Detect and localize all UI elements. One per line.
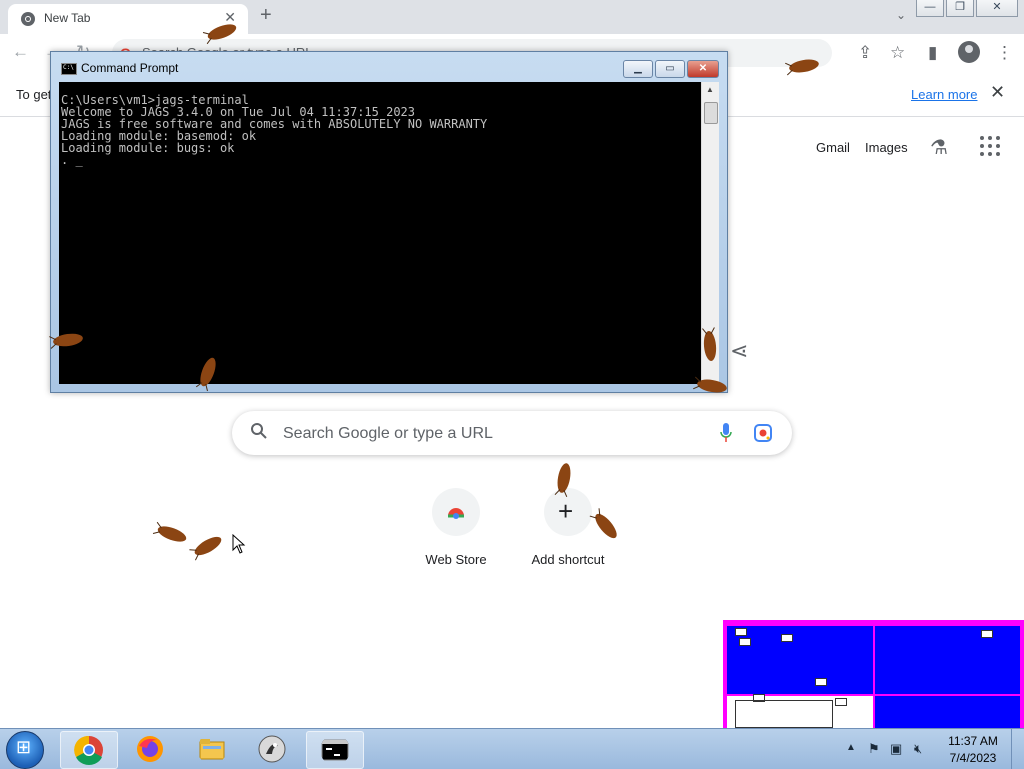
restore-button[interactable]: ❐ [946, 0, 974, 17]
grid-marker[interactable] [981, 630, 993, 638]
grid-cell [727, 626, 873, 694]
grid-marker[interactable] [739, 638, 751, 646]
minimize-button[interactable]: — [916, 0, 944, 17]
taskbar-chrome[interactable] [60, 731, 118, 769]
taskbar-gimp[interactable] [244, 731, 300, 767]
search-placeholder: Search Google or type a URL [283, 425, 493, 442]
gimp-icon [258, 735, 286, 763]
show-desktop-button[interactable] [1011, 729, 1024, 769]
command-prompt-icon [321, 739, 349, 761]
grid-cell [875, 696, 1020, 730]
blue-grid-app-window[interactable] [723, 620, 1024, 730]
tab-title: New Tab [44, 11, 91, 25]
gmail-link[interactable]: Gmail [816, 140, 850, 155]
chrome-favicon-icon [21, 12, 35, 26]
profile-avatar[interactable] [958, 41, 980, 63]
clock-time[interactable]: 11:37 AM [938, 734, 1008, 748]
cmd-maximize-button[interactable]: ▭ [655, 60, 685, 78]
file-explorer-icon [199, 739, 225, 760]
bookmark-star-icon[interactable]: ☆ [890, 43, 905, 63]
learn-more-link[interactable]: Learn more [911, 87, 977, 102]
cmd-title: Command Prompt [81, 61, 179, 75]
chrome-icon [74, 735, 103, 765]
window-controls: — ❐ ✕ [916, 0, 1018, 17]
share-page-icon[interactable]: ⇪ [858, 43, 872, 63]
new-tab-button[interactable]: + [260, 4, 272, 27]
taskbar-firefox[interactable] [122, 731, 178, 767]
grid-marker[interactable] [781, 634, 793, 642]
grid-marker[interactable] [835, 698, 847, 706]
cockroach-icon [702, 327, 717, 361]
action-center-flag-icon[interactable]: ⚑ [868, 741, 880, 757]
cmd-titlebar[interactable]: Command Prompt ▁ ▭ ✕ [51, 52, 727, 82]
cockroach-icon [693, 376, 727, 393]
scroll-up-arrow-icon[interactable]: ▲ [706, 85, 714, 94]
side-panel-icon[interactable]: ▮ [928, 43, 937, 63]
google-lens-icon[interactable] [753, 423, 773, 443]
chrome-web-store-icon [448, 508, 464, 519]
mouse-cursor-icon [232, 534, 246, 554]
grid-marker[interactable] [815, 678, 827, 686]
volume-muted-icon[interactable]: 🔇︎ [914, 741, 922, 757]
grid-marker[interactable] [735, 628, 747, 636]
command-prompt-window[interactable]: Command Prompt ▁ ▭ ✕ C:\Users\vm1>jags-t… [50, 51, 728, 393]
infobar-close-icon[interactable]: ✕ [990, 82, 1005, 103]
grid-selection-box[interactable] [735, 700, 833, 728]
images-link[interactable]: Images [865, 140, 908, 155]
menu-kebab-icon[interactable]: ⋮ [996, 43, 1013, 63]
voice-search-mic-icon[interactable] [719, 422, 733, 444]
cmd-minimize-button[interactable]: ▁ [623, 60, 653, 78]
network-icon[interactable]: ▣ [890, 741, 902, 757]
clock-date[interactable]: 7/4/2023 [938, 751, 1008, 765]
close-button[interactable]: ✕ [976, 0, 1018, 17]
scroll-thumb[interactable] [704, 102, 718, 124]
search-icon [251, 423, 267, 439]
share-icon[interactable]: ⋖ [730, 338, 748, 364]
shortcut-label: Add shortcut [531, 552, 605, 567]
shortcut-icon-circle [432, 488, 480, 536]
ntp-search-box[interactable]: Search Google or type a URL [232, 411, 792, 455]
cmd-app-icon [61, 63, 77, 75]
shortcut-web-store[interactable]: Web Store [400, 488, 512, 567]
labs-flask-icon[interactable]: ⚗ [930, 135, 948, 160]
start-button[interactable] [6, 731, 44, 769]
back-arrow-icon[interactable]: ← [12, 42, 29, 62]
shortcut-label: Web Store [425, 552, 487, 567]
show-hidden-icons-arrow-icon[interactable]: ▲ [846, 742, 856, 753]
cmd-line: Loading module: bugs: ok [61, 141, 235, 155]
cmd-window-controls: ▁ ▭ ✕ [623, 60, 719, 78]
firefox-icon [137, 736, 163, 762]
taskbar-file-explorer[interactable] [184, 731, 240, 767]
cmd-prompt-cursor: . _ [61, 153, 83, 167]
tab-strip: New Tab ✕ + ⌄ — ❐ ✕ [0, 0, 1024, 34]
grid-cell [875, 626, 1020, 694]
cmd-close-button[interactable]: ✕ [687, 60, 719, 78]
tab-search-button[interactable]: ⌄ [896, 8, 906, 22]
infobar-text: To get [16, 87, 52, 102]
cmd-console-output[interactable]: C:\Users\vm1>jags-terminal Welcome to JA… [59, 82, 701, 384]
google-apps-icon[interactable] [980, 136, 1000, 156]
taskbar: ▲ ⚑ ▣ 🔇︎ 11:37 AM 7/4/2023 [0, 728, 1024, 769]
taskbar-command-prompt[interactable] [306, 731, 364, 769]
